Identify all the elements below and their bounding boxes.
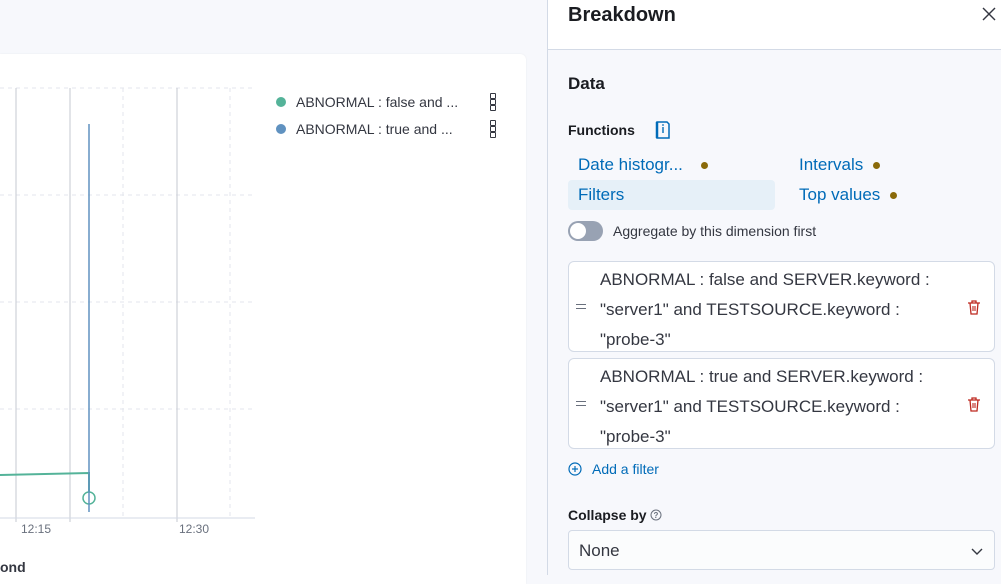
trash-icon[interactable] [966, 299, 982, 316]
legend-item-false[interactable]: ABNORMAL : false and ... [276, 88, 496, 115]
collapse-by-label: Collapse by ? [568, 507, 662, 523]
function-label: Filters [578, 185, 625, 204]
documentation-icon[interactable] [654, 120, 672, 140]
function-label: Top values [799, 185, 881, 204]
filter-item[interactable]: ABNORMAL : false and SERVER.keyword : "s… [568, 261, 995, 352]
filter-query-line: ABNORMAL : false and SERVER.keyword : [600, 270, 930, 289]
drag-handle-icon[interactable] [576, 401, 586, 408]
question-icon[interactable]: ? [650, 509, 662, 521]
add-filter-button[interactable]: Add a filter [568, 461, 659, 477]
filter-query-line: "probe-3" [600, 330, 671, 349]
chevron-down-icon [971, 548, 983, 555]
filter-query-line: "server1" and TESTSOURCE.keyword : [600, 397, 900, 416]
filter-query-line: "probe-3" [600, 427, 671, 446]
function-label: Intervals [799, 155, 864, 174]
function-top-values[interactable]: Top values [789, 180, 996, 210]
chart-legend: ABNORMAL : false and ... ABNORMAL : true… [276, 88, 496, 142]
function-date-histogram[interactable]: Date histogr... [568, 150, 775, 180]
filter-query[interactable]: ABNORMAL : false and SERVER.keyword : "s… [600, 265, 955, 355]
flyout-body: Data Functions Date histogr... Intervals… [548, 50, 1001, 575]
toggle-label: Aggregate by this dimension first [613, 223, 817, 239]
flyout-title: Breakdown [568, 4, 676, 26]
trash-icon[interactable] [966, 396, 982, 413]
drag-handle-icon[interactable] [576, 304, 586, 311]
chart-panel: 12:15 12:30 ond ABNORMAL : false and ...… [0, 54, 526, 584]
plus-circle-icon [568, 462, 582, 476]
x-tick-label: 12:15 [21, 522, 52, 536]
aggregate-first-row: Aggregate by this dimension first [568, 221, 816, 241]
add-filter-label: Add a filter [592, 461, 659, 477]
filter-item[interactable]: ABNORMAL : true and SERVER.keyword : "se… [568, 358, 995, 449]
collapse-by-text: Collapse by [568, 507, 647, 523]
legend-label: ABNORMAL : true and ... [296, 120, 453, 137]
filter-query[interactable]: ABNORMAL : true and SERVER.keyword : "se… [600, 362, 955, 452]
filter-query-line: "server1" and TESTSOURCE.keyword : [600, 300, 900, 319]
filter-query-line: ABNORMAL : true and SERVER.keyword : [600, 367, 924, 386]
legend-actions-icon[interactable] [490, 92, 496, 111]
section-title: Data [568, 74, 605, 93]
flyout-header: Breakdown [548, 0, 1001, 50]
close-icon[interactable] [980, 5, 998, 23]
aggregate-first-toggle[interactable] [568, 221, 603, 241]
breakdown-flyout: Breakdown Data Functions Date histogr...… [547, 0, 1001, 575]
compatible-dot-icon [890, 191, 898, 199]
x-tick-label: 12:30 [179, 522, 210, 536]
function-label: Date histogr... [578, 155, 683, 174]
collapse-by-select[interactable]: None [568, 530, 995, 570]
compatible-dot-icon [700, 161, 708, 169]
legend-actions-icon[interactable] [490, 119, 496, 138]
legend-item-true[interactable]: ABNORMAL : true and ... [276, 115, 496, 142]
svg-text:?: ? [653, 511, 658, 520]
collapse-by-value: None [579, 541, 620, 560]
legend-color-dot [276, 96, 286, 107]
function-filters[interactable]: Filters [568, 180, 775, 210]
functions-label: Functions [568, 122, 635, 138]
series-line-false [0, 471, 90, 498]
legend-label: ABNORMAL : false and ... [296, 93, 459, 110]
x-axis-title: ond [0, 559, 26, 575]
function-intervals[interactable]: Intervals [789, 150, 996, 180]
legend-color-dot [276, 123, 286, 134]
compatible-dot-icon [873, 161, 881, 169]
